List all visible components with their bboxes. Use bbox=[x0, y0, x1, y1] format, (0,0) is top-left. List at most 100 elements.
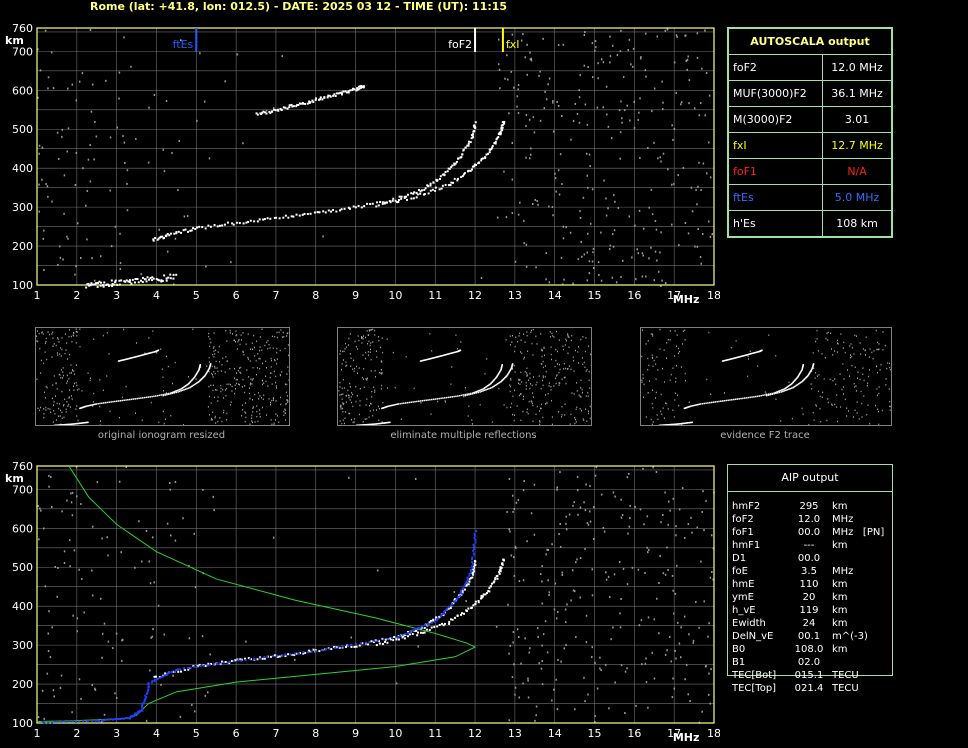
thumb-noise bbox=[280, 403, 282, 406]
trace-point bbox=[467, 142, 470, 145]
thumb-noise bbox=[587, 392, 589, 394]
thumb-noise bbox=[830, 348, 832, 350]
trace-point bbox=[244, 659, 247, 662]
thumb-noise bbox=[587, 410, 589, 413]
thumb-noise bbox=[174, 361, 176, 364]
noise-dot bbox=[511, 33, 514, 36]
noise-dot bbox=[39, 69, 42, 72]
noise-dot bbox=[685, 60, 688, 63]
thumb-noise bbox=[662, 407, 664, 409]
noise-dot bbox=[627, 532, 629, 535]
aip-row: hmF1 --- km bbox=[732, 539, 892, 552]
thumb-noise bbox=[341, 362, 343, 365]
noise-dot bbox=[597, 77, 599, 80]
trace-point bbox=[429, 184, 432, 187]
trace-point bbox=[381, 202, 384, 205]
trace-point bbox=[400, 197, 403, 200]
thumb-noise bbox=[69, 406, 71, 408]
thumb-noise bbox=[652, 335, 654, 337]
thumb-trace bbox=[716, 400, 718, 403]
x-tick-label: 11 bbox=[428, 727, 442, 740]
trace-point bbox=[467, 607, 470, 610]
trace-point bbox=[438, 623, 441, 626]
noise-dot bbox=[506, 510, 508, 513]
trace-point bbox=[384, 638, 387, 641]
aip-row: hmE 110 km bbox=[732, 578, 892, 591]
trace-point bbox=[494, 576, 497, 579]
thumb-noise bbox=[735, 340, 737, 342]
thumb-noise bbox=[237, 340, 239, 343]
thumb-trace bbox=[171, 392, 174, 395]
thumb-noise bbox=[106, 375, 108, 377]
noise-dot bbox=[199, 52, 201, 55]
noise-dot bbox=[594, 40, 597, 43]
thumb-noise bbox=[348, 397, 350, 399]
noise-dot bbox=[47, 195, 49, 198]
noise-dot bbox=[698, 161, 700, 164]
noise-dot bbox=[688, 633, 690, 636]
thumb-noise bbox=[259, 357, 261, 360]
thumb-noise bbox=[64, 352, 66, 355]
thumb-noise bbox=[682, 343, 684, 345]
noise-dot bbox=[539, 119, 542, 122]
noise-dot bbox=[607, 207, 609, 210]
thumb-noise bbox=[655, 391, 657, 394]
thumb-noise bbox=[374, 391, 376, 393]
noise-dot bbox=[592, 251, 594, 254]
trace-point bbox=[274, 109, 277, 112]
thumb-noise bbox=[849, 357, 851, 359]
thumb-noise bbox=[523, 358, 525, 360]
thumb-noise bbox=[582, 335, 584, 338]
thumb-noise bbox=[253, 346, 255, 349]
noise-dot bbox=[573, 501, 576, 504]
noise-dot bbox=[696, 245, 699, 248]
noise-dot bbox=[43, 268, 45, 271]
thumb-noise bbox=[565, 340, 567, 342]
trace-point bbox=[303, 212, 306, 215]
thumb-noise bbox=[206, 365, 208, 367]
trace-point bbox=[306, 213, 309, 216]
thumb-noise bbox=[471, 419, 473, 421]
thumb-noise bbox=[814, 377, 816, 379]
noise-dot bbox=[587, 186, 589, 189]
noise-dot bbox=[588, 153, 591, 156]
trace-point bbox=[162, 675, 165, 678]
thumb-trace bbox=[162, 394, 164, 397]
trace-point bbox=[451, 618, 454, 621]
thumb-noise bbox=[141, 419, 143, 422]
noise-dot bbox=[509, 530, 511, 533]
thumb-noise bbox=[364, 418, 366, 420]
trace-point bbox=[498, 572, 501, 575]
thumb-noise bbox=[257, 392, 259, 394]
thumb-trace bbox=[187, 387, 190, 389]
thumb-noise bbox=[348, 395, 350, 397]
noise-dot bbox=[510, 554, 513, 557]
noise-dot bbox=[618, 561, 621, 564]
noise-dot bbox=[172, 674, 174, 677]
trace-point bbox=[357, 204, 360, 207]
thumb-noise bbox=[374, 376, 376, 378]
trace-point bbox=[411, 629, 414, 632]
aip-unit: TECU bbox=[832, 670, 859, 681]
noise-dot bbox=[498, 68, 501, 71]
thumb-noise bbox=[525, 388, 527, 390]
trace-point bbox=[463, 588, 466, 591]
thumb-trace bbox=[101, 402, 103, 404]
thumb-noise bbox=[865, 354, 867, 356]
thumb-trace bbox=[106, 401, 109, 404]
thumb-noise bbox=[232, 333, 234, 335]
trace-point bbox=[439, 615, 442, 618]
trace-point bbox=[153, 678, 156, 681]
noise-dot bbox=[236, 53, 239, 56]
thumb-noise bbox=[36, 378, 38, 381]
trace-point bbox=[284, 214, 287, 217]
trace-point bbox=[478, 161, 481, 164]
thumb-noise bbox=[52, 345, 54, 347]
trace-point bbox=[397, 638, 400, 641]
thumb-trace bbox=[127, 399, 129, 401]
thumb-noise bbox=[567, 334, 569, 337]
thumb-trace bbox=[419, 400, 422, 402]
thumb-noise bbox=[225, 330, 227, 332]
thumb-noise bbox=[381, 361, 383, 363]
noise-dot bbox=[651, 651, 653, 654]
